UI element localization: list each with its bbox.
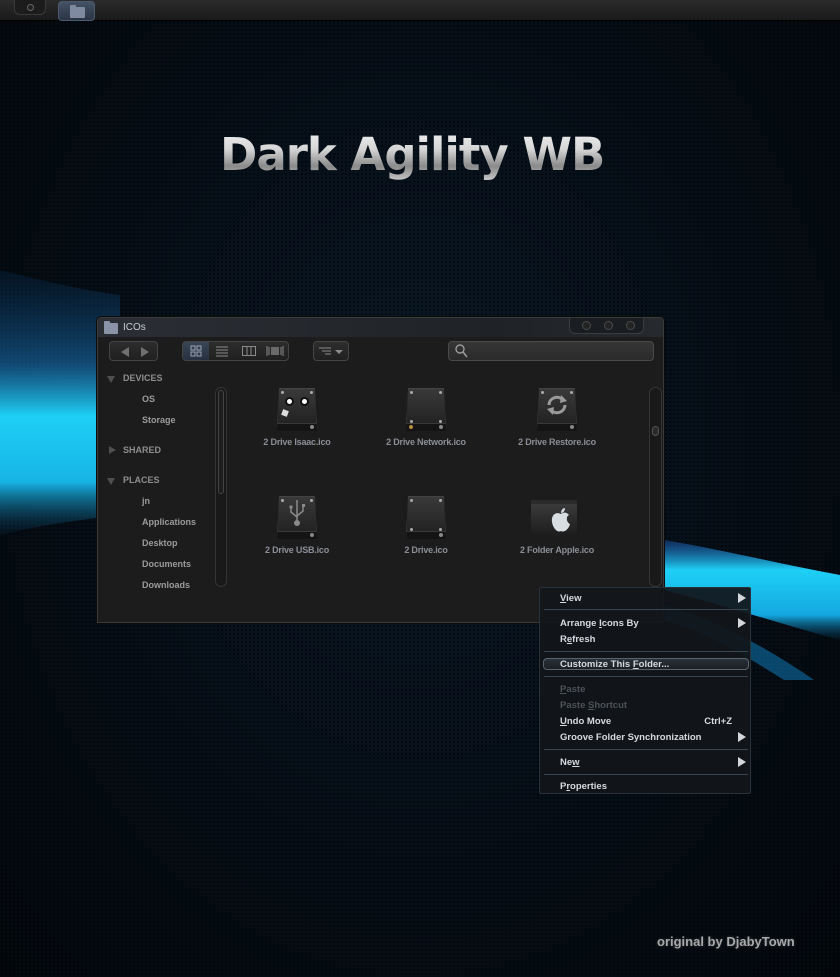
expand-shared-icon[interactable]: [109, 446, 116, 454]
navigation-buttons: [109, 341, 158, 361]
sort-options-icon: [319, 347, 343, 355]
sidebar-item-desktop[interactable]: Desktop: [142, 538, 178, 548]
file-name: 2 Drive.ico: [404, 545, 448, 555]
menu-separator: [544, 609, 748, 610]
sidebar-section-shared[interactable]: SHARED: [123, 445, 161, 455]
close-button[interactable]: [626, 321, 635, 330]
menu-item-paste: Paste: [560, 684, 586, 695]
record-icon: [27, 4, 34, 11]
taskbar: [0, 0, 840, 21]
submenu-arrow-icon: [738, 618, 746, 628]
icon-view-button[interactable]: [183, 342, 209, 360]
file-name: 2 Drive Network.ico: [386, 437, 466, 447]
window-title: ICOs: [123, 322, 146, 333]
file-name: 2 Drive Isaac.ico: [263, 437, 331, 447]
search-field[interactable]: [448, 341, 654, 361]
sidebar-scrollbar-thumb[interactable]: [218, 390, 224, 494]
menu-item-properties[interactable]: Properties: [560, 781, 607, 792]
view-mode-segmented-control: [182, 341, 289, 361]
menu-separator: [544, 676, 748, 677]
menu-item-groove-folder-sync[interactable]: Groove Folder Synchronization: [560, 732, 701, 743]
menu-separator: [544, 749, 748, 750]
sort-options-button[interactable]: [313, 341, 349, 361]
banner-title-container: Dark Agility WB: [220, 128, 605, 181]
menu-item-customize-this-folder[interactable]: Customize This Folder...: [560, 659, 669, 670]
sidebar-section-places[interactable]: PLACES: [123, 475, 160, 485]
menu-separator: [544, 651, 748, 652]
sidebar-item-applications[interactable]: Applications: [142, 517, 196, 527]
expand-devices-icon[interactable]: [107, 376, 115, 383]
list-icon: [216, 346, 228, 357]
forward-arrow-icon[interactable]: [141, 347, 149, 357]
submenu-arrow-icon: [738, 593, 746, 603]
window-controls: [569, 318, 644, 334]
drive-usb-icon: [277, 496, 317, 539]
menu-item-arrange-icons-by[interactable]: Arrange Icons By: [560, 618, 639, 629]
coverflow-icon: [266, 346, 284, 356]
columns-icon: [242, 346, 256, 356]
grid-icon: [190, 345, 202, 357]
search-icon: [455, 344, 468, 358]
file-name: 2 Drive Restore.ico: [518, 437, 596, 447]
credit-text: original by DjabyTown: [657, 934, 795, 949]
sidebar-item-jn[interactable]: jn: [142, 496, 150, 506]
expand-places-icon[interactable]: [107, 478, 115, 485]
menu-item-view[interactable]: View: [560, 593, 581, 604]
column-view-button[interactable]: [236, 342, 262, 360]
submenu-arrow-icon: [738, 757, 746, 767]
menu-separator: [544, 774, 748, 775]
sidebar-item-storage[interactable]: Storage: [142, 415, 176, 425]
sidebar-item-os[interactable]: OS: [142, 394, 155, 404]
menu-item-refresh[interactable]: Refresh: [560, 634, 595, 645]
submenu-arrow-icon: [738, 732, 746, 742]
sidebar-section-devices[interactable]: DEVICES: [123, 373, 163, 383]
window-titlebar[interactable]: ICOs: [98, 318, 663, 337]
sidebar-item-downloads[interactable]: Downloads: [142, 580, 190, 590]
content-scrollbar[interactable]: [649, 387, 662, 587]
back-arrow-icon[interactable]: [121, 347, 129, 357]
taskbar-record-button[interactable]: [14, 0, 46, 15]
drive-network-icon: [406, 388, 446, 431]
search-input[interactable]: [471, 343, 649, 359]
folder-apple-icon: [531, 500, 577, 536]
maximize-button[interactable]: [604, 321, 613, 330]
list-view-button[interactable]: [209, 342, 235, 360]
menu-shortcut-undo: Ctrl+Z: [704, 716, 732, 727]
menu-item-new[interactable]: New: [560, 757, 580, 768]
file-name: 2 Drive USB.ico: [264, 545, 330, 555]
context-menu: View Arrange Icons By Refresh Customize …: [539, 587, 751, 794]
explorer-window: ICOs DEVICES OS Storage SHARED PLACES jn…: [97, 317, 664, 623]
menu-item-paste-shortcut: Paste Shortcut: [560, 700, 628, 711]
content-scrollbar-thumb[interactable]: [652, 426, 659, 436]
file-name: 2 Folder Apple.ico: [519, 545, 595, 555]
drive-restore-icon: [537, 388, 577, 431]
coverflow-view-button[interactable]: [262, 342, 288, 360]
sidebar-scrollbar[interactable]: [215, 387, 227, 587]
taskbar-folder-button[interactable]: [58, 1, 95, 21]
banner-title: Dark Agility WB: [220, 128, 605, 181]
minimize-button[interactable]: [582, 321, 591, 330]
folder-icon: [70, 5, 85, 18]
folder-icon: [104, 321, 118, 334]
sidebar-item-documents[interactable]: Documents: [142, 559, 191, 569]
drive-isaac-icon: [277, 388, 317, 431]
menu-item-undo-move[interactable]: Undo Move: [560, 716, 611, 727]
drive-icon: [406, 496, 446, 539]
